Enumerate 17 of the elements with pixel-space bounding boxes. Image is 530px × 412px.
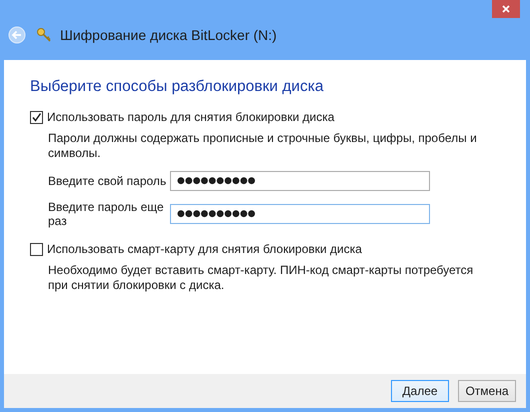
dialog-button[interactable]: Далее	[391, 380, 449, 402]
window-title: Шифрование диска BitLocker (N:)	[60, 27, 277, 43]
close-icon	[502, 5, 510, 13]
checkbox-label[interactable]: Использовать смарт-карту для снятия блокировки диска	[47, 242, 362, 256]
key-icon	[36, 27, 52, 43]
checkbox[interactable]	[30, 110, 43, 124]
password-field[interactable]: ●●●●●●●●●●	[170, 204, 430, 224]
checkbox-label[interactable]: Использовать пароль для снятия блокировки диска	[47, 110, 334, 124]
field-label: Введите пароль еще раз	[48, 200, 165, 228]
field-label: Введите свой пароль	[48, 174, 168, 188]
checkbox[interactable]	[30, 242, 43, 256]
page-heading: Выберите способы разблокировки диска	[30, 78, 324, 96]
password-field[interactable]: ●●●●●●●●●●	[170, 171, 430, 191]
option-description: Необходимо будет вставить смарт-карту. ПИН-код смарт-карты потребуется при снятии блокировки с диска.	[48, 263, 474, 293]
close-button[interactable]	[492, 0, 520, 18]
option-description: Пароли должны содержать прописные и строчные буквы, цифры, пробелы и символы.	[48, 131, 478, 161]
dialog-button[interactable]: Отмена	[458, 380, 516, 402]
